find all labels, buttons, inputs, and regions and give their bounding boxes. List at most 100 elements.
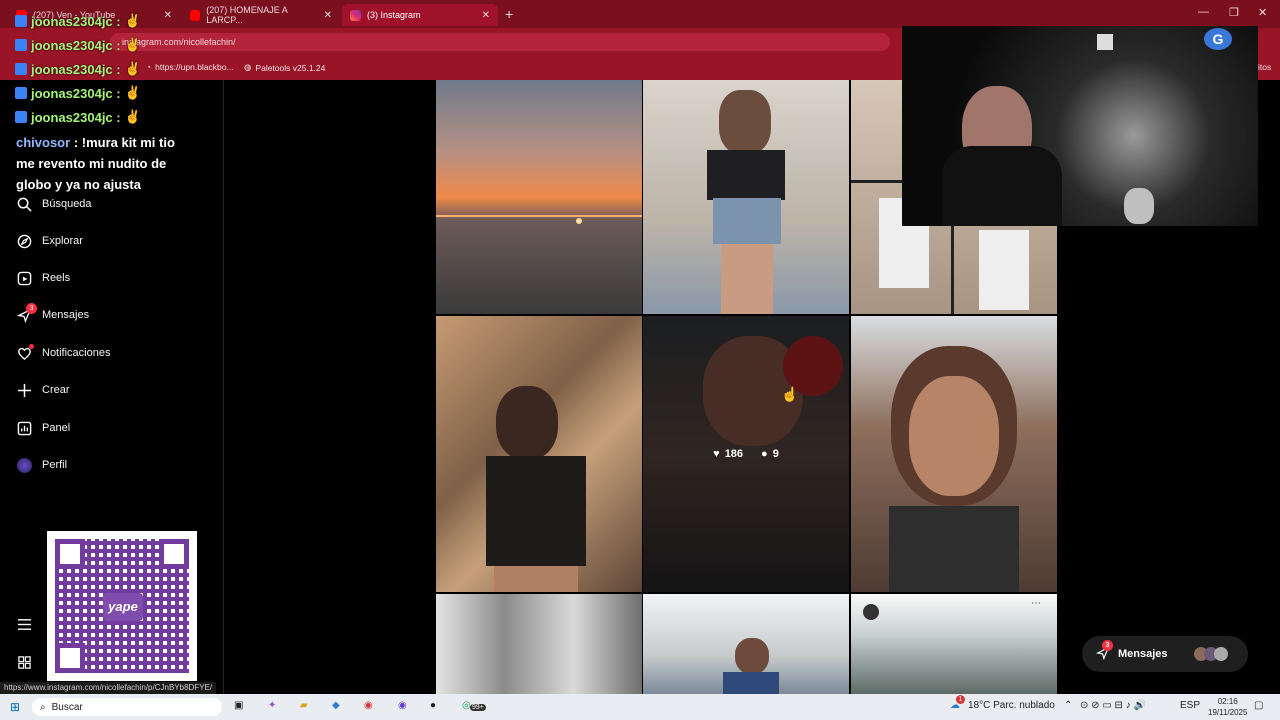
chevron-up-icon[interactable]: ⌃ [1064,700,1072,711]
hamburger-menu-icon [16,616,32,632]
post-thumbnail[interactable] [436,80,642,314]
file-explorer-icon[interactable]: ▰ [300,700,308,711]
apps-grid-icon [16,654,32,670]
youtube-icon [190,9,201,21]
search-icon [16,196,32,212]
streamer-shirt [942,146,1062,226]
sidebar-item-label: Búsqueda [42,198,92,210]
chat-line: joonas2304jc : ✌ [15,37,141,53]
tray-icons[interactable]: ⊙ ⊘ ▭ ⊟ ♪ 🔊 [1080,700,1146,711]
plus-icon [16,382,32,398]
tab-title: (3) Instagram [367,10,421,20]
maximize-icon[interactable]: ❐ [1229,6,1239,19]
store-icon[interactable]: ◆ [332,700,340,711]
chat-message: chivosor : !mura kit mi tio me revento m… [16,132,196,195]
sidebar-item-crear[interactable]: Crear [16,382,70,398]
chat-username: joonas2304jc : [31,13,121,29]
chat-badge-icon [15,15,27,27]
post-thumbnail[interactable] [643,80,849,314]
post-thumbnail[interactable]: ⋯ [851,594,1057,694]
more-options-icon: ⋯ [1031,598,1041,609]
post-thumbnail[interactable] [851,316,1057,592]
tab-instagram[interactable]: (3) Instagram ✕ [342,4,498,26]
notification-badge: 3 [26,303,37,314]
app-icon[interactable]: ◉ [398,700,407,711]
minimize-icon[interactable]: — [1198,6,1209,18]
like-count-value: 186 [724,448,744,460]
hand-cursor-icon: ☝ [781,386,799,402]
sidebar-item-perfil[interactable]: Perfil [16,457,67,473]
post-thumbnail[interactable] [643,594,849,694]
yape-logo: yape [103,593,143,621]
person-figure [719,90,771,154]
notification-dot [29,344,34,349]
bookmark-paletools[interactable]: ◍ Paletools v25.1.24 [244,62,325,73]
sidebar-item-more[interactable] [16,616,32,632]
person-top [889,506,1019,592]
chat-line: joonas2304jc : ✌ [15,61,141,77]
close-tab-icon[interactable]: ✕ [324,10,332,21]
sidebar-item-busqueda[interactable]: Búsqueda [16,196,92,212]
url-input[interactable]: instagram.com/nicollefachin/ [110,33,890,51]
chat-username: chivosor [16,135,71,150]
sidebar-item-panel[interactable]: Panel [16,420,70,436]
sidebar-item-mensajes[interactable]: 3 Mensajes [16,303,89,323]
close-window-icon[interactable]: ✕ [1258,6,1267,19]
emote-icon: ✌ [124,37,141,52]
clock-time: 02:16 [1217,697,1238,706]
avatar [863,604,879,620]
search-placeholder: Buscar [51,701,83,713]
bookmark-upn[interactable]: ◔ https://upn.blackbo... [146,62,234,72]
new-tab-icon[interactable]: + [505,6,513,22]
notification-badge: 3 [1102,639,1113,651]
bookmark-label: https://upn.blackbo... [155,62,234,72]
copilot-icon[interactable]: ✦ [268,700,276,711]
sidebar-item-explorar[interactable]: Explorar [16,233,83,249]
qr-finder [55,539,85,569]
chat-badge-icon [15,63,27,75]
notification-center-icon[interactable]: ▢ [1254,700,1263,711]
tab-title: (207) HOMENAJE A LARCP... [206,5,288,25]
person-figure [735,638,769,674]
person-shorts [713,198,781,244]
instagram-icon [350,9,361,21]
compass-icon [16,233,32,249]
windows-taskbar: ⊞ ⌕ Buscar ▣ ✦ ▰ ◆ ◉ ◉ ● ◎ 99+ ☁ 1 18°C … [0,694,1280,720]
person-top [707,150,785,200]
task-view-icon[interactable]: ▣ [234,700,243,711]
sidebar-item-threads[interactable] [16,654,32,670]
clock[interactable]: 02:16 19/11/2025 [1208,696,1247,718]
sticker-icon [1097,34,1113,50]
sidebar-item-notificaciones[interactable]: Notificaciones [16,344,110,361]
close-tab-icon[interactable]: ✕ [164,10,172,21]
post-thumbnail[interactable] [436,316,642,592]
chrome-icon[interactable]: ◉ [364,700,373,711]
avatar-stack [1193,647,1228,661]
messages-pill-label: Mensajes [1118,648,1168,660]
app-icon[interactable]: ● [430,700,436,711]
tab-youtube-homenaje[interactable]: (207) HOMENAJE A LARCP... ✕ [182,4,340,26]
weather-badge: 1 [956,695,965,704]
app-badge: 99+ [470,704,486,711]
search-icon: ⌕ [40,701,46,713]
globe-icon: ◍ [244,62,252,72]
chat-line: joonas2304jc : ✌ [15,85,141,101]
post-thumbnail[interactable] [436,594,642,694]
person-top [486,456,586,566]
status-bar-url: https://www.instagram.com/nicollefachin/… [0,682,217,694]
sidebar-item-reels[interactable]: Reels [16,270,70,286]
person-waist [494,566,578,592]
emote-icon: ✌ [124,61,141,76]
emote-icon: ✌ [124,13,141,28]
bookmark-favoritos[interactable]: itos [1258,62,1271,72]
chat-username: joonas2304jc : [31,85,121,101]
close-tab-icon[interactable]: ✕ [482,10,490,21]
chat-badge-icon [15,111,27,123]
comment-count-value: 9 [772,448,779,460]
messages-pill-button[interactable]: 3 Mensajes [1082,636,1248,672]
windows-start-icon[interactable]: ⊞ [10,700,20,714]
sidebar-item-label: Reels [42,272,71,284]
language-indicator[interactable]: ESP [1180,700,1200,711]
post-thumbnail-hovered[interactable]: ♥ 186 ● 9 ☝ [643,316,849,592]
taskbar-search[interactable]: ⌕ Buscar [32,698,222,716]
